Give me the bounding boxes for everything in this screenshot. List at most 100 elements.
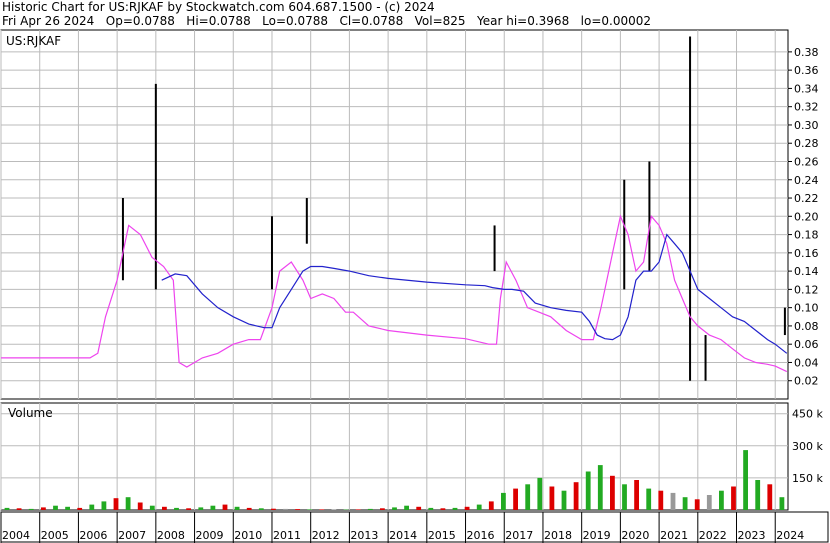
volume-plot-frame <box>0 402 789 511</box>
volume-bar <box>16 508 22 510</box>
volume-bar <box>779 497 785 510</box>
volume-bar <box>174 507 179 510</box>
year-tick-label: 2010 <box>234 529 262 542</box>
year-tick-label: 2020 <box>621 529 649 542</box>
volume-bar <box>162 506 167 510</box>
volume-bar <box>610 475 615 510</box>
volume-bar <box>295 509 300 510</box>
volume-bar <box>549 486 555 510</box>
year-tick-label: 2018 <box>544 529 572 542</box>
price-tick-label: 0.12 <box>794 283 819 296</box>
price-tick-label: 0.06 <box>794 338 819 351</box>
price-tick-label: 0.38 <box>794 46 819 59</box>
price-tick-label: 0.32 <box>794 101 819 114</box>
volume-bar <box>392 507 397 510</box>
price-tick-label: 0.36 <box>794 64 819 77</box>
volume-bar <box>767 484 773 510</box>
year-tick-label: 2004 <box>2 529 30 542</box>
volume-bar <box>271 508 276 510</box>
volume-bar <box>101 501 107 510</box>
volume-bar <box>440 508 446 510</box>
volume-bar <box>682 497 688 510</box>
volume-bar <box>319 509 325 510</box>
year-tick-label: 2008 <box>157 529 185 542</box>
volume-bar <box>258 508 264 510</box>
price-tick-label: 0.22 <box>794 192 819 205</box>
volume-bar <box>513 488 518 510</box>
price-tick-label: 0.18 <box>794 229 819 242</box>
volume-bar <box>476 504 482 510</box>
volume-bar <box>573 482 579 510</box>
price-tick-label: 0.04 <box>794 356 819 369</box>
volume-bar <box>561 490 567 510</box>
volume-bar <box>222 504 228 510</box>
volume-bar <box>53 505 58 510</box>
volume-bar <box>355 509 361 510</box>
year-tick-label: 2019 <box>583 529 611 542</box>
volume-bar <box>658 490 664 510</box>
volume-bar <box>646 488 652 510</box>
volume-bar <box>380 508 385 510</box>
year-tick-label: 2007 <box>118 529 146 542</box>
year-tick-label: 2021 <box>660 529 688 542</box>
year-axis: 2004 2005 2006 2007 2008 2009 2010 2011 2012 2013… <box>0 511 829 543</box>
year-tick-label: 2016 <box>467 529 495 542</box>
year-tick-label: 2005 <box>41 529 69 542</box>
volume-bar <box>404 505 409 510</box>
price-tick-label: 0.02 <box>794 375 819 388</box>
volume-bar <box>41 507 46 510</box>
price-tick-label: 0.08 <box>794 320 819 333</box>
volume-bar <box>28 508 34 510</box>
year-tick-label: 2024 <box>776 529 804 542</box>
volume-bar <box>452 507 458 510</box>
year-tick-label: 2012 <box>312 529 340 542</box>
price-tick-label: 0.30 <box>794 119 819 132</box>
price-tick-label: 0.16 <box>794 247 819 260</box>
symbol-label: US:RJKAF <box>6 34 61 48</box>
year-tick-label: 2022 <box>699 529 727 542</box>
volume-panel: 150 k 300 k 450 k Volume <box>0 402 823 511</box>
volume-bar <box>4 507 10 510</box>
price-tick-label: 0.28 <box>794 137 819 150</box>
price-tick-label: 0.24 <box>794 174 819 187</box>
volume-bar <box>246 507 252 510</box>
price-tick-label: 0.14 <box>794 265 819 278</box>
volume-bar <box>416 506 422 510</box>
volume-bar <box>597 465 603 510</box>
year-tick-label: 2013 <box>350 529 378 542</box>
volume-bar <box>537 477 543 510</box>
volume-bar <box>186 508 191 510</box>
volume-bar <box>234 506 240 510</box>
volume-bar <box>125 497 131 510</box>
year-tick-label: 2023 <box>738 529 766 542</box>
year-tick-label: 2006 <box>79 529 107 542</box>
volume-bar <box>743 450 748 510</box>
volume-bar <box>283 508 288 510</box>
price-tick-label: 0.26 <box>794 155 819 168</box>
price-panel: 0.02 0.04 0.06 0.08 0.10 0.12 0.14 0.16 0.18 0.20… <box>0 29 819 400</box>
volume-bar <box>694 499 700 510</box>
volume-bar <box>670 492 676 510</box>
volume-bar <box>65 506 70 510</box>
volume-bar <box>210 505 216 510</box>
volume-bar <box>198 507 204 510</box>
volume-tick-label: 450 k <box>792 408 823 421</box>
year-tick-label: 2009 <box>196 529 224 542</box>
volume-bar <box>585 471 591 510</box>
volume-bar <box>307 509 313 510</box>
volume-bar <box>428 507 434 510</box>
volume-axis-ticks: 150 k 300 k 450 k <box>792 408 823 485</box>
volume-bar <box>89 504 95 510</box>
volume-bar <box>634 480 639 510</box>
price-tick-label: 0.34 <box>794 82 819 95</box>
volume-bar <box>137 502 143 510</box>
volume-bar <box>113 498 119 510</box>
volume-bar <box>367 508 373 510</box>
volume-bar <box>77 507 83 510</box>
price-axis-ticks: 0.02 0.04 0.06 0.08 0.10 0.12 0.14 0.16 0.18 0.20… <box>788 46 819 388</box>
volume-bar <box>706 495 712 510</box>
price-tick-label: 0.10 <box>794 302 819 315</box>
year-tick-label: 2015 <box>428 529 456 542</box>
year-tick-label: 2014 <box>389 529 417 542</box>
year-tick-label: 2017 <box>505 529 533 542</box>
